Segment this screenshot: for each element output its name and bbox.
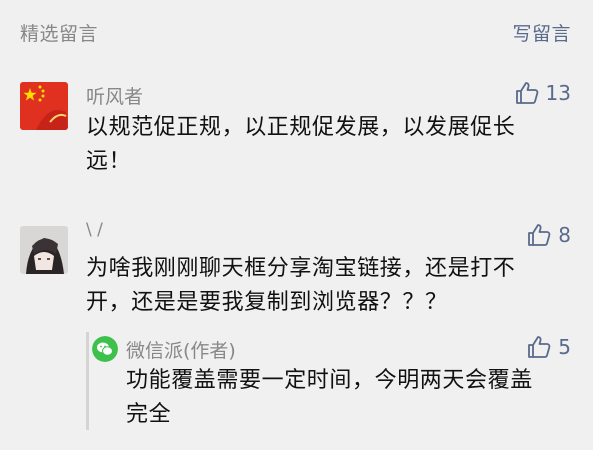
author-avatar[interactable] (92, 336, 118, 362)
thumbs-up-icon (528, 336, 551, 358)
comment-text-line: 为啥我刚刚聊天框分享淘宝链接，还是打不 (86, 256, 516, 281)
comments-header: 精选留言 写留言 (0, 0, 593, 62)
avatar[interactable] (20, 82, 68, 130)
reply-text-line: 功能覆盖需要一定时间，今明两天会覆盖 (126, 368, 533, 393)
comment-nickname[interactable]: \ / (86, 220, 103, 240)
like-button[interactable]: 13 (514, 80, 571, 106)
anime-character-avatar-icon (20, 226, 68, 274)
like-count: 5 (558, 335, 571, 359)
like-button[interactable]: 5 (526, 334, 571, 360)
like-count: 8 (558, 223, 571, 247)
china-flag-avatar-icon (20, 82, 68, 130)
comment-text-line: 以规范促正规，以正规促发展，以发展促长 (86, 115, 516, 140)
wechat-logo-icon (92, 336, 118, 362)
like-button[interactable]: 8 (526, 222, 571, 248)
comment-text: 为啥我刚刚聊天框分享淘宝链接，还是打不 开，还是是要我复制到浏览器？？？ (86, 252, 515, 320)
avatar[interactable] (20, 226, 68, 274)
comment-text-line: 开，还是是要我复制到浏览器？？？ (86, 290, 448, 315)
comment-text-line: 远！ (86, 149, 132, 174)
comment-nickname[interactable]: 听风者 (86, 82, 143, 109)
thumbs-up-icon (528, 224, 551, 246)
reply-text-line: 完全 (126, 402, 172, 427)
thumbs-up-icon (515, 82, 538, 104)
reply-nickname[interactable]: 微信派(作者) (126, 336, 236, 363)
write-comment-button[interactable]: 写留言 (512, 19, 571, 46)
section-title: 精选留言 (20, 23, 99, 45)
reply-text: 功能覆盖需要一定时间，今明两天会覆盖 完全 (126, 364, 533, 432)
reply-divider (86, 332, 89, 430)
comment-text: 以规范促正规，以正规促发展，以发展促长 远！ (86, 111, 515, 179)
like-count: 13 (545, 81, 571, 105)
